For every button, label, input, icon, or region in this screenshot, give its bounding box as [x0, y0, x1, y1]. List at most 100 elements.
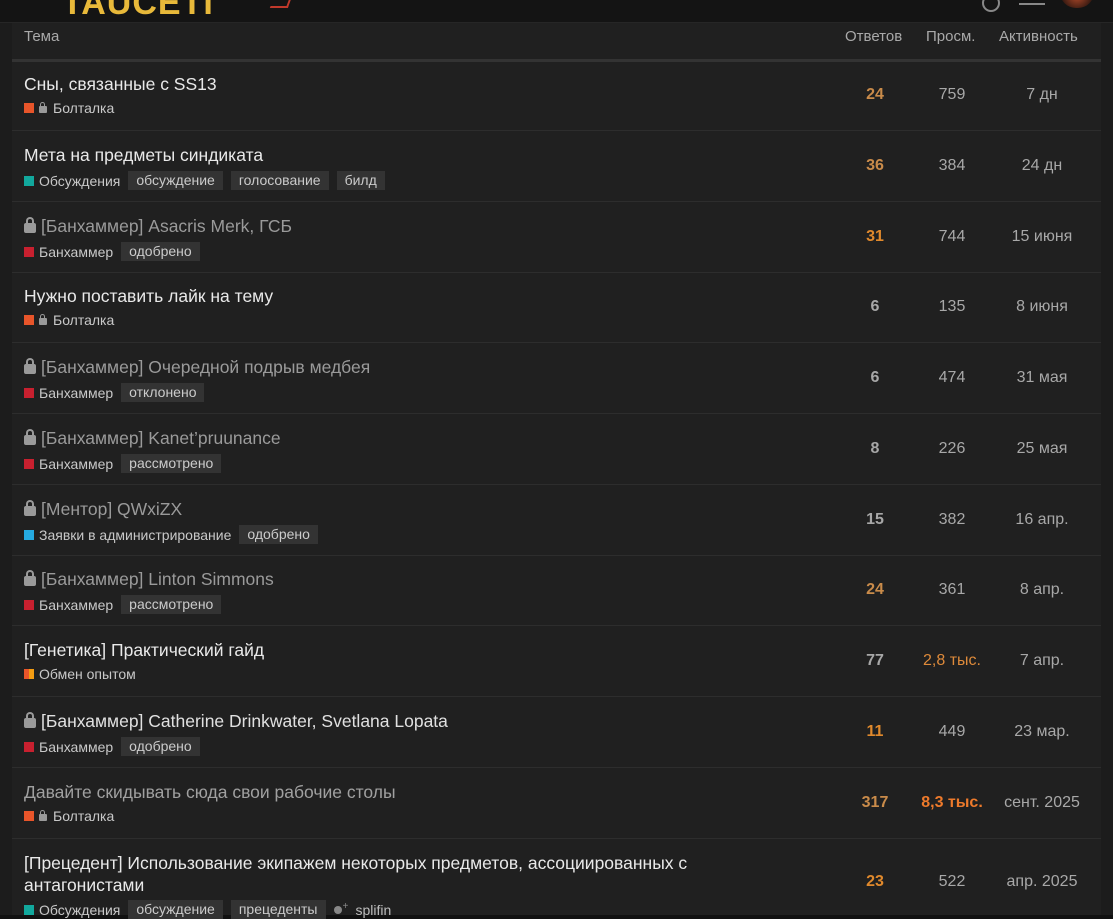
- tag[interactable]: одобрено: [239, 525, 318, 544]
- replies-count[interactable]: 77: [850, 652, 900, 670]
- views-count: 135: [938, 298, 966, 315]
- activity-date[interactable]: апр. 2025: [997, 873, 1087, 891]
- topic-row[interactable]: [Генетика] Практический гайд Обмен опыто…: [12, 626, 1101, 697]
- category-color-swatch: [24, 246, 34, 257]
- topic-row[interactable]: [Банхаммер] Asacris Merk, ГСБ Банхаммер …: [12, 202, 1101, 273]
- column-header-topic[interactable]: Тема: [24, 28, 59, 45]
- topic-title[interactable]: [Банхаммер] Linton Simmons: [24, 568, 274, 590]
- replies-count[interactable]: 6: [850, 298, 900, 316]
- replies-count[interactable]: 31: [850, 228, 900, 246]
- category-link[interactable]: Обмен опытом: [39, 666, 136, 682]
- category-link[interactable]: Банхаммер: [39, 597, 113, 613]
- tag[interactable]: одобрено: [121, 737, 200, 756]
- topic-title[interactable]: [Ментор] QWxiZX: [24, 498, 182, 520]
- topic-row[interactable]: [Прецедент] Использование экипажем некот…: [12, 839, 1101, 919]
- topic-meta: Болталка: [24, 808, 122, 824]
- activity-date[interactable]: 8 апр.: [997, 581, 1087, 599]
- topic-meta: Банхаммер одобрено: [24, 242, 208, 261]
- category-color-swatch: [24, 599, 34, 610]
- category-color-swatch: [24, 458, 34, 469]
- replies-count[interactable]: 24: [850, 86, 900, 104]
- topic-row[interactable]: Сны, связанные с SS13 Болталка 24 759 7 …: [12, 60, 1101, 131]
- category-link[interactable]: Банхаммер: [39, 739, 113, 755]
- replies-count[interactable]: 23: [850, 873, 900, 891]
- poster-name[interactable]: splifin: [356, 902, 392, 918]
- topic-row[interactable]: [Банхаммер] Catherine Drinkwater, Svetla…: [12, 697, 1101, 768]
- column-header-views[interactable]: Просм.: [926, 28, 975, 45]
- category-lock-icon: [39, 313, 47, 325]
- category-color-swatch: [24, 103, 34, 113]
- topic-title[interactable]: Нужно поставить лайк на тему: [24, 285, 273, 307]
- activity-date[interactable]: 16 апр.: [997, 511, 1087, 529]
- replies-count[interactable]: 317: [850, 794, 900, 812]
- topic-row[interactable]: [Ментор] QWxiZX Заявки в администрирован…: [12, 485, 1101, 556]
- closed-lock-icon: [24, 712, 36, 728]
- category-link[interactable]: Банхаммер: [39, 456, 113, 472]
- activity-date[interactable]: 8 июня: [997, 298, 1087, 316]
- tag[interactable]: билд: [336, 171, 385, 190]
- activity-date[interactable]: 15 июня: [997, 228, 1087, 246]
- tag[interactable]: голосование: [230, 171, 329, 190]
- category-link[interactable]: Обсуждения: [39, 173, 120, 189]
- topic-poster[interactable]: splifin: [333, 901, 392, 918]
- topic-row[interactable]: [Банхаммер] Kanet’pruunance Банхаммер ра…: [12, 414, 1101, 485]
- activity-date[interactable]: 24 дн: [997, 157, 1087, 175]
- tag[interactable]: прецеденты: [230, 900, 326, 919]
- activity-date[interactable]: 7 апр.: [997, 652, 1087, 670]
- topic-row[interactable]: Нужно поставить лайк на тему Болталка 6 …: [12, 273, 1101, 343]
- replies-count[interactable]: 36: [850, 157, 900, 175]
- topic-row[interactable]: [Банхаммер] Linton Simmons Банхаммер рас…: [12, 556, 1101, 626]
- activity-date[interactable]: 23 мар.: [997, 723, 1087, 741]
- topic-title[interactable]: [Банхаммер] Catherine Drinkwater, Svetla…: [24, 710, 448, 732]
- topic-title[interactable]: [Прецедент] Использование экипажем некот…: [24, 852, 687, 896]
- activity-date[interactable]: 25 мая: [997, 440, 1087, 458]
- tag[interactable]: рассмотрено: [121, 595, 222, 614]
- replies-count[interactable]: 11: [850, 723, 900, 741]
- topic-title[interactable]: [Банхаммер] Очередной подрыв медбея: [24, 356, 370, 378]
- category-link[interactable]: Банхаммер: [39, 385, 113, 401]
- category-lock-icon: [39, 101, 47, 113]
- category-link[interactable]: Болталка: [53, 312, 114, 328]
- top-bar: TAUCETI: [0, 0, 1113, 23]
- topic-meta: Заявки в администрирование одобрено: [24, 525, 326, 544]
- topic-title[interactable]: [Банхаммер] Asacris Merk, ГСБ: [24, 215, 292, 237]
- replies-count[interactable]: 15: [850, 511, 900, 529]
- category-link[interactable]: Заявки в администрирование: [39, 527, 231, 543]
- tag[interactable]: рассмотрено: [121, 454, 222, 473]
- topic-title[interactable]: [Банхаммер] Kanet’pruunance: [24, 427, 281, 449]
- topic-row[interactable]: [Банхаммер] Очередной подрыв медбея Банх…: [12, 343, 1101, 414]
- closed-lock-icon: [24, 358, 36, 374]
- category-color-swatch: [24, 669, 34, 679]
- activity-date[interactable]: 31 мая: [997, 369, 1087, 387]
- replies-count[interactable]: 8: [850, 440, 900, 458]
- hamburger-menu-icon[interactable]: [1019, 0, 1045, 5]
- tag[interactable]: обсуждение: [128, 900, 223, 919]
- search-icon[interactable]: [982, 0, 1000, 12]
- topic-title[interactable]: Давайте скидывать сюда свои рабочие стол…: [24, 781, 396, 803]
- category-color-swatch: [24, 175, 34, 186]
- column-header-activity[interactable]: Активность: [999, 28, 1078, 45]
- category-link[interactable]: Болталка: [53, 100, 114, 116]
- category-link[interactable]: Банхаммер: [39, 244, 113, 260]
- topic-title[interactable]: Сны, связанные с SS13: [24, 73, 217, 95]
- activity-date[interactable]: сент. 2025: [997, 794, 1087, 812]
- topic-title[interactable]: Мета на предметы синдиката: [24, 144, 263, 166]
- tag[interactable]: одобрено: [121, 242, 200, 261]
- site-logo[interactable]: TAUCETI: [62, 0, 214, 23]
- column-header-replies[interactable]: Ответов: [845, 28, 902, 45]
- replies-count[interactable]: 24: [850, 581, 900, 599]
- topic-title[interactable]: [Генетика] Практический гайд: [24, 639, 264, 661]
- user-avatar[interactable]: [1060, 0, 1094, 8]
- topic-row[interactable]: Мета на предметы синдиката Обсуждения об…: [12, 131, 1101, 202]
- topic-row[interactable]: Давайте скидывать сюда свои рабочие стол…: [12, 768, 1101, 839]
- category-link[interactable]: Болталка: [53, 808, 114, 824]
- views-count: 522: [938, 873, 966, 890]
- activity-date[interactable]: 7 дн: [997, 86, 1087, 104]
- topic-meta: Обсуждения обсуждение прецеденты splifin: [24, 900, 391, 919]
- replies-count[interactable]: 6: [850, 369, 900, 387]
- category-link[interactable]: Обсуждения: [39, 902, 120, 918]
- tag[interactable]: отклонено: [121, 383, 205, 402]
- tag[interactable]: обсуждение: [128, 171, 223, 190]
- views-count: 361: [938, 581, 966, 598]
- category-color-swatch: [24, 529, 34, 540]
